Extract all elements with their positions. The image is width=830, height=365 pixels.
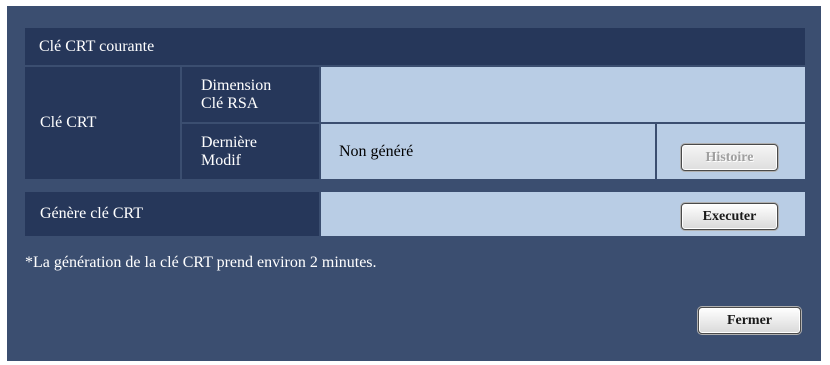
last-modified-value-cell: Non généré: [321, 124, 655, 179]
rsa-size-label-line1: Dimension: [201, 76, 272, 94]
rsa-size-label-line2: Clé RSA: [201, 94, 259, 112]
section-header: Clé CRT courante: [25, 28, 805, 65]
crt-key-dialog: Clé CRT courante Clé CRT Dimension Clé R…: [7, 6, 821, 361]
rsa-size-label-cell: Dimension Clé RSA: [182, 67, 319, 122]
last-modified-label-line1: Dernière: [201, 133, 257, 151]
close-button[interactable]: Fermer: [698, 307, 801, 334]
generate-label: Génère clé CRT: [40, 205, 143, 222]
execute-button[interactable]: Executer: [681, 203, 778, 230]
crt-key-label: Clé CRT: [40, 114, 97, 131]
last-modified-label-cell: Dernière Modif: [182, 124, 319, 179]
section-title: Clé CRT courante: [39, 37, 155, 55]
generate-label-cell: Génère clé CRT: [25, 192, 319, 236]
generation-note: *La génération de la clé CRT prend envir…: [25, 254, 377, 271]
history-button[interactable]: Histoire: [681, 144, 778, 171]
rsa-size-value-cell: [321, 67, 805, 122]
last-modified-value: Non généré: [339, 142, 414, 160]
crt-key-label-cell: Clé CRT: [25, 67, 180, 179]
last-modified-label-line2: Modif: [201, 151, 241, 169]
